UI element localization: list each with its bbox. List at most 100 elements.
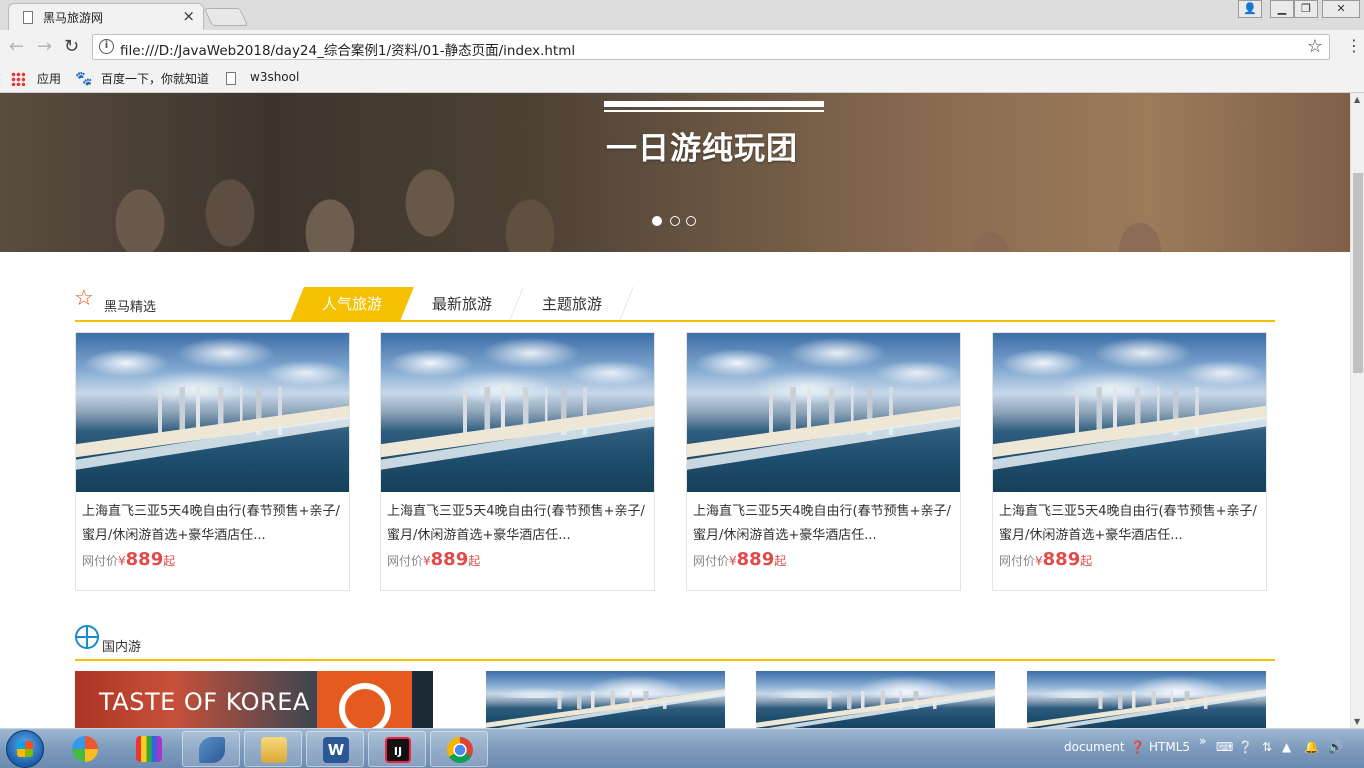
- product-card[interactable]: 上海直飞三亚5天4晚自由行(春节预售+亲子/蜜月/休闲游首选+豪华酒店任... …: [75, 332, 350, 591]
- price-label: 网付价: [693, 554, 730, 568]
- carousel-dot-2[interactable]: [670, 216, 680, 226]
- tab-theme[interactable]: 主题旅游: [510, 287, 634, 321]
- taskbar-intellij[interactable]: IJ: [368, 731, 426, 767]
- taskbar-paint[interactable]: [120, 731, 178, 767]
- tab-popular[interactable]: 人气旅游: [290, 287, 414, 321]
- tab-close-icon[interactable]: ×: [182, 7, 195, 25]
- windows-taskbar: W IJ document ❓ HTML5 » ⌨ ❔ ⇅ ▲ 🔔 🔊: [0, 728, 1364, 768]
- carousel-dot-3[interactable]: [686, 216, 696, 226]
- page-icon: [226, 72, 236, 85]
- price-row: 网付价¥889起: [999, 549, 1092, 570]
- price-suffix: 起: [774, 554, 787, 568]
- browser-tab[interactable]: 黑马旅游网 ×: [8, 3, 204, 30]
- browser-toolbar: ← → ↻ i file:///D:/JavaWeb2018/day24_综合案…: [0, 30, 1364, 64]
- price-label: 网付价: [387, 554, 424, 568]
- product-name[interactable]: 上海直飞三亚5天4晚自由行(春节预售+亲子/蜜月/休闲游首选+豪华酒店任...: [693, 500, 955, 548]
- minimize-button[interactable]: ▁: [1270, 0, 1294, 18]
- product-card[interactable]: 上海直飞三亚5天4晚自由行(春节预售+亲子/蜜月/休闲游首选+豪华酒店任... …: [686, 332, 961, 591]
- product-photo[interactable]: [76, 333, 349, 492]
- close-window-button[interactable]: ✕: [1322, 0, 1360, 18]
- tray-html5-label[interactable]: HTML5: [1149, 740, 1190, 754]
- start-button[interactable]: [6, 730, 44, 768]
- restore-button[interactable]: ❐: [1294, 0, 1318, 18]
- notification-bell-icon[interactable]: 🔔: [1304, 740, 1319, 754]
- reload-icon[interactable]: ↻: [64, 36, 79, 57]
- tray-more-icon[interactable]: »: [1199, 734, 1206, 748]
- price-value: 889: [430, 549, 469, 570]
- baidu-paw-icon: 🐾: [75, 71, 93, 87]
- forward-icon[interactable]: →: [37, 36, 52, 57]
- browser-tab-strip: 黑马旅游网 × 👤 ▁ ❐ ✕: [0, 0, 1364, 30]
- currency-symbol: ¥: [1035, 554, 1043, 568]
- chrome-icon: [447, 737, 473, 763]
- bookmark-w3school[interactable]: w3shool: [250, 70, 299, 84]
- price-row: 网付价¥889起: [387, 549, 480, 570]
- site-info-icon[interactable]: i: [99, 39, 114, 54]
- scroll-thumb[interactable]: [1353, 173, 1363, 373]
- taskbar-mysql-workbench[interactable]: [182, 731, 240, 767]
- network-icon[interactable]: ⇅: [1262, 740, 1272, 754]
- ferris-wheel-icon: [75, 625, 99, 649]
- product-name[interactable]: 上海直飞三亚5天4晚自由行(春节预售+亲子/蜜月/休闲游首选+豪华酒店任...: [387, 500, 649, 548]
- banner-rule-thin: [604, 110, 824, 112]
- apps-grid-icon[interactable]: [11, 72, 25, 86]
- tab-label: 主题旅游: [541, 295, 602, 313]
- product-photo[interactable]: [381, 333, 654, 492]
- taskbar-word[interactable]: W: [306, 731, 364, 767]
- price-row: 网付价¥889起: [693, 549, 786, 570]
- paint-icon: [136, 736, 162, 762]
- back-icon[interactable]: ←: [9, 36, 24, 57]
- taskbar-file-explorer[interactable]: [244, 731, 302, 767]
- promo-text: TASTE OF KOREA: [99, 688, 310, 716]
- scroll-down-icon[interactable]: ▼: [1354, 717, 1360, 726]
- address-bar[interactable]: i file:///D:/JavaWeb2018/day24_综合案例1/资料/…: [92, 34, 1330, 60]
- folder-icon: [261, 737, 287, 763]
- product-photo[interactable]: [687, 333, 960, 492]
- product-photo[interactable]: [1027, 671, 1266, 728]
- url-text[interactable]: file:///D:/JavaWeb2018/day24_综合案例1/资料/01…: [120, 39, 575, 59]
- show-hidden-icons-icon[interactable]: ▲: [1282, 740, 1291, 754]
- hero-banner[interactable]: 一日游纯玩团: [0, 93, 1350, 252]
- page-scrollbar[interactable]: ▲ ▼: [1350, 93, 1364, 728]
- product-card[interactable]: 上海直飞三亚5天4晚自由行(春节预售+亲子/蜜月/休闲游首选+豪华酒店任... …: [992, 332, 1267, 591]
- tray-document-label[interactable]: document: [1064, 740, 1125, 754]
- new-tab-button[interactable]: [203, 8, 249, 26]
- banner-rule: [604, 101, 824, 107]
- section-title-domestic: 国内游: [102, 640, 142, 655]
- product-photo[interactable]: [993, 333, 1266, 492]
- product-card[interactable]: 上海直飞三亚5天4晚自由行(春节预售+亲子/蜜月/休闲游首选+豪华酒店任... …: [380, 332, 655, 591]
- help-icon[interactable]: ❔: [1238, 740, 1253, 754]
- speaker-icon[interactable]: 🔊: [1328, 740, 1343, 754]
- price-suffix: 起: [468, 554, 481, 568]
- product-name[interactable]: 上海直飞三亚5天4晚自由行(春节预售+亲子/蜜月/休闲游首选+豪华酒店任...: [82, 500, 344, 548]
- price-label: 网付价: [82, 554, 119, 568]
- price-label: 网付价: [999, 554, 1036, 568]
- user-icon[interactable]: 👤: [1238, 0, 1262, 18]
- product-photo[interactable]: [486, 671, 725, 728]
- page-viewport: 一日游纯玩团 ☆ 黑马精选 人气旅游 最新旅游 主题旅游 上海直飞三亚5天4晚自…: [0, 93, 1350, 728]
- bookmark-apps[interactable]: 应用: [37, 70, 61, 87]
- product-name[interactable]: 上海直飞三亚5天4晚自由行(春节预售+亲子/蜜月/休闲游首选+豪华酒店任...: [999, 500, 1261, 548]
- bookmarks-bar: 应用 🐾 百度一下，你就知道 w3shool: [0, 64, 1364, 93]
- carousel-dot-1[interactable]: [652, 216, 662, 226]
- currency-symbol: ¥: [423, 554, 431, 568]
- promo-banner-korea[interactable]: TASTE OF KOREA: [75, 671, 433, 728]
- bookmark-star-icon[interactable]: ☆: [1307, 36, 1323, 57]
- price-row: 网付价¥889起: [82, 549, 175, 570]
- bookmark-baidu[interactable]: 百度一下，你就知道: [101, 70, 209, 87]
- price-value: 889: [736, 549, 775, 570]
- taskbar-picasa[interactable]: [56, 731, 114, 767]
- picasa-icon: [72, 736, 98, 762]
- product-photo[interactable]: [756, 671, 995, 728]
- tab-newest[interactable]: 最新旅游: [400, 287, 524, 321]
- currency-symbol: ¥: [729, 554, 737, 568]
- section-title-featured: 黑马精选: [104, 300, 157, 315]
- keyboard-icon[interactable]: ⌨: [1216, 740, 1233, 754]
- tab-label: 人气旅游: [321, 295, 382, 313]
- browser-menu-icon[interactable]: ⋮: [1346, 36, 1362, 55]
- section-divider: [75, 320, 1275, 322]
- scroll-up-icon[interactable]: ▲: [1354, 95, 1360, 104]
- taskbar-chrome[interactable]: [430, 731, 488, 767]
- help-document-icon[interactable]: ❓: [1130, 740, 1145, 754]
- tab-title: 黑马旅游网: [43, 11, 104, 25]
